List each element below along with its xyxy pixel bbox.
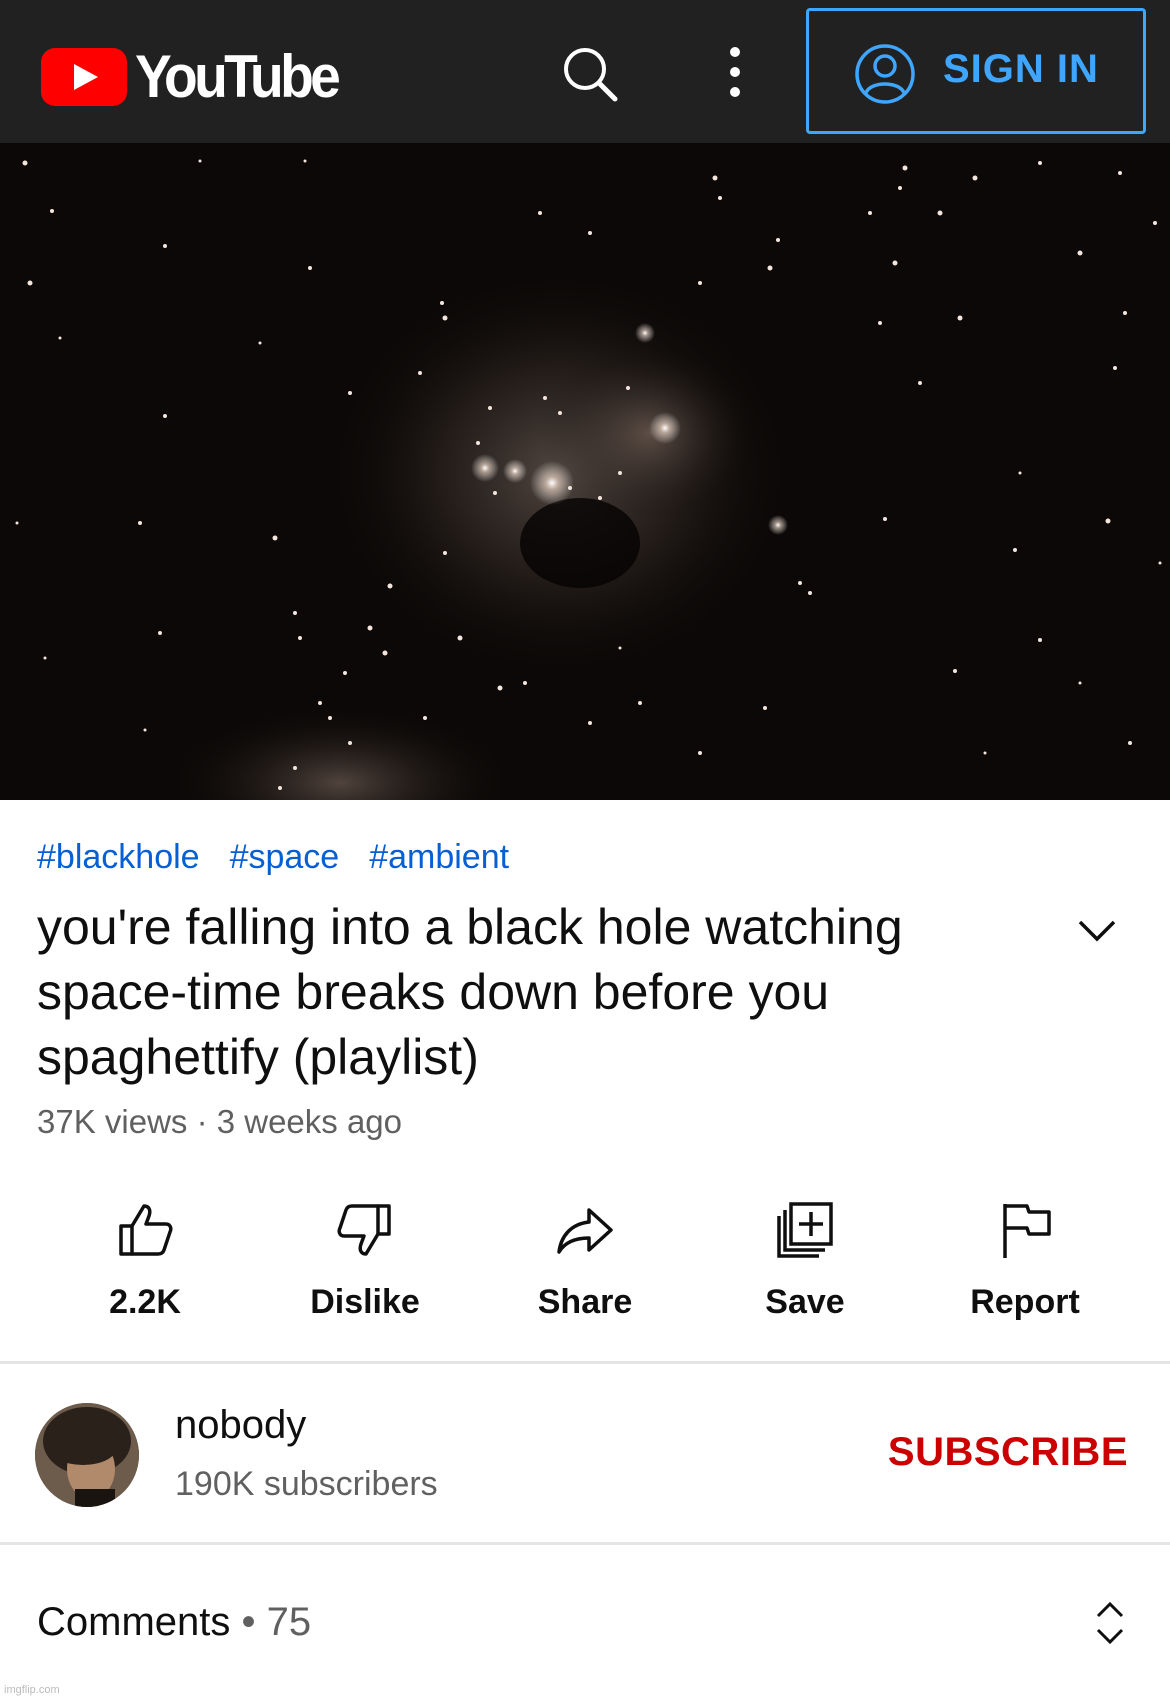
like-count: 2.2K (109, 1283, 181, 1321)
comments-separator: • (230, 1600, 267, 1644)
channel-name[interactable]: nobody (175, 1403, 306, 1448)
chevron-down-icon[interactable] (1072, 910, 1122, 950)
hashtag-link[interactable]: #space (230, 838, 340, 876)
thumb-down-icon (337, 1204, 391, 1256)
channel-avatar[interactable] (35, 1403, 139, 1507)
report-label: Report (970, 1283, 1080, 1321)
report-button[interactable]: Report (925, 1190, 1125, 1330)
share-icon (557, 1208, 613, 1254)
watermark: imgflip.com (4, 1684, 60, 1696)
avatar-image (35, 1403, 139, 1507)
divider (0, 1542, 1170, 1545)
divider (0, 1361, 1170, 1364)
comments-header[interactable]: Comments • 75 (37, 1600, 311, 1645)
sign-in-label: SIGN IN (943, 47, 1099, 91)
play-logo-icon (41, 47, 127, 106)
account-circle-icon (855, 44, 915, 104)
video-title[interactable]: you're falling into a black hole watchin… (37, 895, 1017, 1090)
youtube-logo[interactable]: YouTube (41, 42, 355, 111)
like-button[interactable]: 2.2K (45, 1190, 245, 1330)
save-button[interactable]: Save (705, 1190, 905, 1330)
share-button[interactable]: Share (485, 1190, 685, 1330)
view-count-and-date: 37K views · 3 weeks ago (37, 1103, 403, 1140)
sign-in-button[interactable]: SIGN IN (806, 8, 1146, 134)
hashtag-list: #blackhole #space #ambient (37, 838, 539, 877)
save-label: Save (765, 1283, 845, 1321)
more-vert-icon[interactable] (722, 44, 748, 100)
dislike-label: Dislike (310, 1283, 420, 1321)
video-player[interactable] (0, 143, 1170, 800)
subscribe-button[interactable]: SUBSCRIBE (888, 1430, 1128, 1475)
share-label: Share (537, 1283, 633, 1321)
comments-count: 75 (266, 1600, 312, 1644)
logo-text: YouTube (135, 43, 341, 110)
action-bar: 2.2K Dislike Share Save Report (0, 1190, 1170, 1330)
dislike-button[interactable]: Dislike (265, 1190, 465, 1330)
save-playlist-icon (777, 1202, 833, 1258)
subscriber-count: 190K subscribers (175, 1465, 438, 1503)
thumb-up-icon (119, 1204, 173, 1256)
expand-collapse-icon[interactable] (1092, 1598, 1128, 1648)
hashtag-link[interactable]: #ambient (369, 838, 509, 876)
hashtag-link[interactable]: #blackhole (37, 838, 200, 876)
video-frame-starfield (0, 143, 1170, 800)
flag-icon (1003, 1204, 1051, 1258)
search-icon[interactable] (560, 44, 620, 104)
top-app-bar: YouTube SIGN IN (0, 0, 1170, 143)
comments-label: Comments (37, 1600, 231, 1644)
